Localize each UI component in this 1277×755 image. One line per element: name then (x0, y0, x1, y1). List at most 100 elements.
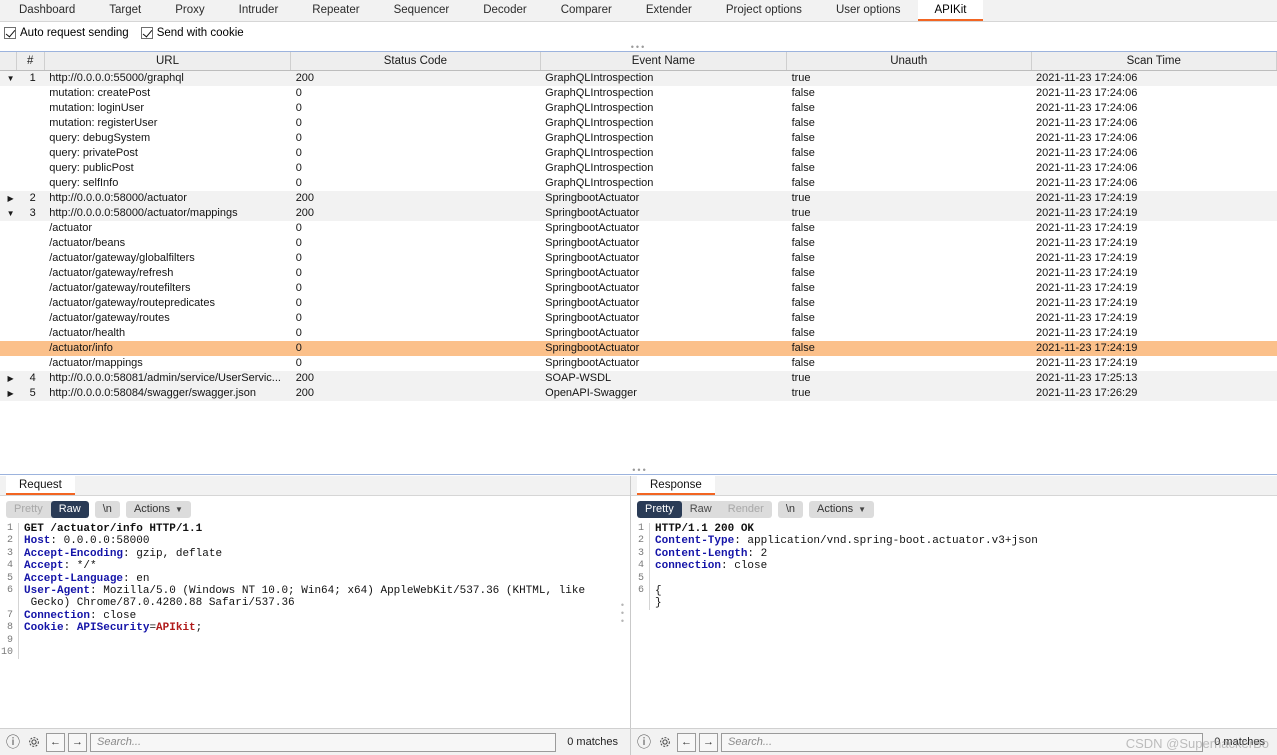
column-header-status-code[interactable]: Status Code (290, 52, 541, 71)
line-number: 1 (637, 523, 644, 534)
tab-label: APIKit (934, 3, 967, 16)
search-next-button[interactable]: → (699, 732, 718, 752)
request-code-line: 2 Host: 0.0.0.0:58000 (0, 535, 630, 548)
row-expander-toggle[interactable] (0, 190, 17, 206)
response-code-view[interactable]: 1 HTTP/1.1 200 OK 2 Content-Type: applicati… (631, 523, 1277, 729)
chevron-down-icon[interactable] (7, 206, 15, 221)
cell-url: query: privatePost (44, 145, 291, 161)
gear-icon[interactable] (656, 733, 674, 751)
top-splitter[interactable]: ••• (0, 43, 1277, 52)
table-row[interactable]: /actuator/gateway/routepredicates 0 Spring… (0, 295, 1277, 311)
table-row[interactable]: /actuator/mappings 0 SpringbootActuator fal… (0, 355, 1277, 371)
chevron-right-icon[interactable] (7, 191, 13, 206)
row-expander-toggle[interactable] (0, 70, 17, 86)
row-expander-toggle[interactable] (0, 385, 17, 401)
middle-splitter[interactable]: ••• (0, 466, 1277, 475)
request-search-input[interactable]: Search... (90, 732, 557, 752)
row-expander-toggle[interactable] (0, 205, 17, 221)
table-row[interactable]: 3http://0.0.0.0:58000/actuator/mappings2… (0, 205, 1277, 221)
tab-intruder[interactable]: Intruder (222, 0, 296, 21)
column-header-index[interactable]: # (16, 52, 45, 71)
tab-extender[interactable]: Extender (629, 0, 709, 21)
response-newline-button[interactable]: \n (777, 500, 804, 518)
tab-target[interactable]: Target (92, 0, 158, 21)
response-search-input[interactable]: Search... (721, 732, 1204, 752)
column-header-event-name[interactable]: Event Name (540, 52, 788, 71)
column-header-unauth[interactable]: Unauth (786, 52, 1032, 71)
search-previous-button[interactable]: ← (677, 732, 696, 752)
request-actions-button[interactable]: Actions ▼ (125, 500, 191, 518)
table-row[interactable]: /actuator/beans 0 SpringbootActuator false 2… (0, 235, 1277, 251)
auto-request-sending-checkbox[interactable] (4, 26, 16, 39)
chevron-right-icon[interactable] (7, 371, 13, 386)
cell-scan-time: 2021-11-23 17:24:06 (1031, 130, 1277, 146)
table-row[interactable]: mutation: createPost 0 GraphQLIntrospectio… (0, 85, 1277, 101)
tab-response[interactable]: Response (637, 476, 715, 495)
search-next-button[interactable]: → (68, 732, 87, 752)
row-expander-empty (0, 355, 17, 371)
table-row[interactable]: /actuator/gateway/refresh 0 SpringbootActu… (0, 265, 1277, 281)
table-body: 1http://0.0.0.0:55000/graphql200GraphQLI… (0, 70, 1277, 401)
search-previous-button[interactable]: ← (46, 732, 65, 752)
tab-dashboard[interactable]: Dashboard (2, 0, 92, 21)
column-header-expander[interactable] (0, 52, 17, 71)
splitter-drag-handle-icon[interactable]: ••• (631, 43, 646, 52)
request-code-view[interactable]: 1 GET /actuator/info HTTP/1.1 2 Host: 0.0.0… (0, 523, 630, 729)
table-row[interactable]: 2http://0.0.0.0:58000/actuator200Springb… (0, 190, 1277, 206)
response-view-pretty-button[interactable]: Pretty (637, 500, 682, 518)
table-row[interactable]: query: publicPost 0 GraphQLIntrospection fa… (0, 160, 1277, 176)
tab-repeater[interactable]: Repeater (295, 0, 376, 21)
table-row[interactable]: query: privatePost 0 GraphQLIntrospection f… (0, 145, 1277, 161)
tab-sequencer[interactable]: Sequencer (377, 0, 467, 21)
response-view-render-button[interactable]: Render (720, 501, 772, 518)
tab-proxy[interactable]: Proxy (158, 0, 221, 21)
table-row[interactable]: 4http://0.0.0.0:58081/admin/service/User… (0, 370, 1277, 386)
table-row[interactable]: /actuator/gateway/routefilters 0 Springboo… (0, 280, 1277, 296)
tab-request[interactable]: Request (6, 476, 75, 495)
table-row[interactable]: /actuator/gateway/globalfilters 0 Springbo… (0, 250, 1277, 266)
request-view-pretty-button[interactable]: Pretty (6, 501, 51, 518)
send-with-cookie-checkbox[interactable] (140, 26, 153, 39)
response-view-raw-button[interactable]: Raw (682, 501, 720, 518)
tab-project-options[interactable]: Project options (709, 0, 819, 21)
response-actions-button[interactable]: Actions ▼ (809, 500, 875, 518)
help-icon[interactable]: ⓘ (635, 733, 653, 751)
chevron-down-icon[interactable] (7, 71, 15, 86)
table-row[interactable]: 5http://0.0.0.0:58084/swagger/swagger.js… (0, 385, 1277, 401)
tab-comparer[interactable]: Comparer (544, 0, 629, 21)
header-name: Content-Length (655, 547, 748, 560)
request-code-text: Accept: */* (18, 560, 630, 573)
table-row[interactable]: /actuator 0 SpringbootActuator false 2021-11… (0, 220, 1277, 236)
column-header-scan-time[interactable]: Scan Time (1031, 52, 1277, 71)
request-code-text: Cookie: APISecurity=APIkit; (18, 622, 630, 635)
tab-decoder[interactable]: Decoder (466, 0, 543, 21)
tab-user-options[interactable]: User options (819, 0, 918, 21)
tab-label: Intruder (238, 3, 279, 16)
gear-icon[interactable] (25, 733, 43, 751)
table-row[interactable]: /actuator/health 0 SpringbootActuator false… (0, 325, 1277, 341)
table-row[interactable]: /actuator/info 0 SpringbootActuator false 20… (0, 340, 1277, 356)
request-tab-bar: Request (0, 476, 630, 496)
middle-splitter-drag-handle-icon[interactable]: ••• (632, 466, 647, 475)
cell-event-name: GraphQLIntrospection (540, 115, 787, 131)
table-row[interactable]: query: selfInfo 0 GraphQLIntrospection fals… (0, 175, 1277, 191)
request-newline-button[interactable]: \n (94, 500, 120, 518)
request-scroll-dots-icon[interactable]: • • • (621, 601, 624, 626)
table-row[interactable]: mutation: loginUser 0 GraphQLIntrospection… (0, 100, 1277, 116)
table-row[interactable]: query: debugSystem 0 GraphQLIntrospection f… (0, 130, 1277, 146)
request-code-text: Accept-Language: en (18, 572, 630, 586)
row-expander-toggle[interactable] (0, 370, 17, 386)
table-row[interactable]: 1http://0.0.0.0:55000/graphql200GraphQLI… (0, 70, 1277, 86)
table-row[interactable]: mutation: registerUser 0 GraphQLIntrospect… (0, 115, 1277, 131)
chevron-down-icon: ▼ (175, 504, 183, 514)
cell-event-name: GraphQLIntrospection (540, 85, 787, 101)
chevron-right-icon[interactable] (7, 386, 13, 401)
request-view-raw-button[interactable]: Raw (50, 500, 89, 518)
cell-unauth: false (786, 175, 1031, 191)
table-row[interactable]: /actuator/gateway/routes 0 SpringbootActua… (0, 310, 1277, 326)
column-header-url[interactable]: URL (44, 52, 292, 71)
line-number: 9 (6, 634, 13, 646)
tab-apikit[interactable]: APIKit (917, 0, 984, 21)
cell-scan-time: 2021-11-23 17:24:19 (1031, 340, 1277, 356)
help-icon[interactable]: ⓘ (4, 733, 22, 751)
